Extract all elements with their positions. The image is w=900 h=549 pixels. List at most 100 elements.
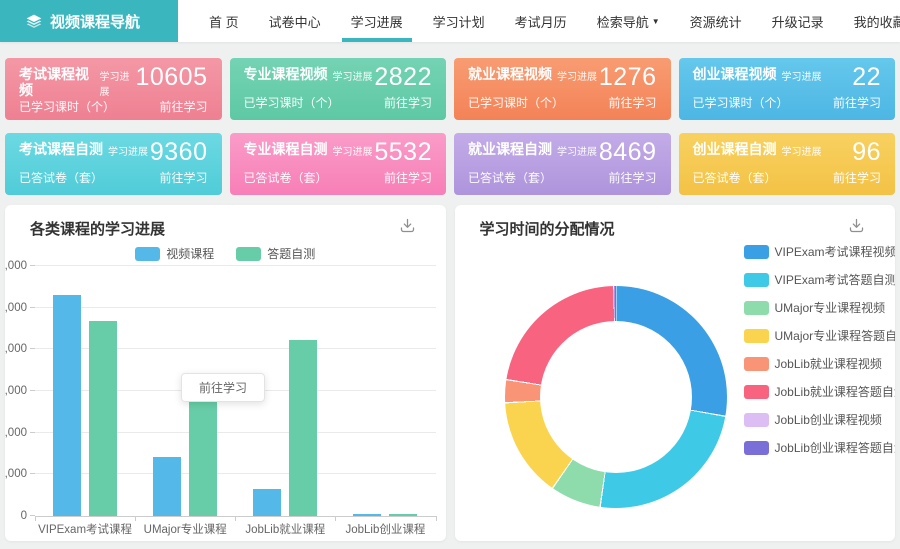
legend-item-JobLib创业课程视频[interactable]: JobLib创业课程视频 <box>744 411 896 428</box>
stat-card-sublabel: 已答试卷（套） <box>244 169 328 186</box>
legend-label: UMajor专业课程答题自测 <box>775 327 896 344</box>
go-study-link[interactable]: 前往学习 <box>833 94 881 111</box>
legend-item-视频课程[interactable]: 视频课程 <box>135 245 214 262</box>
stat-card-sublabel: 已学习课时（个） <box>244 94 340 111</box>
stat-card-sublabel: 已学习课时（个） <box>19 98 115 115</box>
bar-chart-x-labels: VIPExam考试课程UMajor专业课程JobLib就业课程JobLib创业课… <box>35 521 436 537</box>
x-axis-label: JobLib创业课程 <box>335 521 435 537</box>
stat-card-考试课程视频[interactable]: 考试课程视频 学习进展 10605 已学习课时（个） 前往学习 <box>5 58 222 120</box>
chart-tooltip-go-study[interactable]: 前往学习 <box>181 373 265 402</box>
legend-item-JobLib就业课程答题自测[interactable]: JobLib就业课程答题自测 <box>744 383 896 400</box>
stat-card-header: 创业课程自测 学习进展 96 <box>693 141 882 164</box>
go-study-link[interactable]: 前往学习 <box>833 169 881 186</box>
nav-item-label: 我的收藏 <box>854 12 900 31</box>
bar-答题自测-VIPExam考试课程[interactable] <box>89 321 117 516</box>
stat-card-tag: 学习进展 <box>333 68 373 83</box>
go-study-link[interactable]: 前往学习 <box>608 94 656 111</box>
pie-chart-card: 学习时间的分配情况 VIPExam考试课程视频 VIPExam考试答题自测 UM… <box>455 205 896 541</box>
nav-item-学习计划[interactable]: 学习计划 ▼ <box>418 0 500 42</box>
brand-logo[interactable]: 视频课程导航 <box>0 0 178 42</box>
download-icon[interactable] <box>399 217 416 234</box>
bar-视频课程-JobLib就业课程[interactable] <box>253 489 281 516</box>
legend-item-VIPExam考试答题自测[interactable]: VIPExam考试答题自测 <box>744 271 896 288</box>
legend-item-VIPExam考试课程视频[interactable]: VIPExam考试课程视频 <box>744 243 896 260</box>
nav-item-label: 学习计划 <box>433 12 485 31</box>
y-tick-label: 0 <box>21 510 27 522</box>
legend-item-JobLib创业课程答题自测[interactable]: JobLib创业课程答题自测 <box>744 439 896 456</box>
bar-视频课程-UMajor专业课程[interactable] <box>153 457 181 516</box>
stat-card-footer: 已答试卷（套） 前往学习 <box>693 169 882 186</box>
stat-card-header: 创业课程视频 学习进展 22 <box>693 66 882 89</box>
bar-答题自测-UMajor专业课程[interactable] <box>189 401 217 516</box>
legend-item-UMajor专业课程答题自测[interactable]: UMajor专业课程答题自测 <box>744 327 896 344</box>
nav-item-首 页[interactable]: 首 页 ▼ <box>194 0 254 42</box>
nav-item-升级记录[interactable]: 升级记录 ▼ <box>757 0 839 42</box>
nav-item-label: 首 页 <box>209 12 239 31</box>
stat-card-header: 专业课程自测 学习进展 5532 <box>244 141 433 164</box>
stat-card-专业课程自测[interactable]: 专业课程自测 学习进展 5532 已答试卷（套） 前往学习 <box>230 133 447 195</box>
y-tick-label: 6,000 <box>5 385 27 397</box>
stat-card-sublabel: 已答试卷（套） <box>693 169 777 186</box>
main-content: 考试课程视频 学习进展 10605 已学习课时（个） 前往学习 专业课程视频 学… <box>0 58 900 541</box>
stat-card-tag: 学习进展 <box>100 68 136 98</box>
bar-chart-title: 各类课程的学习进展 <box>30 218 165 239</box>
bar-视频课程-VIPExam考试课程[interactable] <box>53 295 81 516</box>
nav-item-试卷中心[interactable]: 试卷中心 ▼ <box>254 0 336 42</box>
stat-card-value: 9360 <box>150 141 208 164</box>
legend-label: UMajor专业课程视频 <box>775 299 886 316</box>
nav-item-检索导航[interactable]: 检索导航 ▼ <box>582 0 675 42</box>
stat-card-footer: 已学习课时（个） 前往学习 <box>19 98 208 115</box>
legend-item-JobLib就业课程视频[interactable]: JobLib就业课程视频 <box>744 355 896 372</box>
stat-card-就业课程自测[interactable]: 就业课程自测 学习进展 8469 已答试卷（套） 前往学习 <box>454 133 671 195</box>
stat-card-就业课程视频[interactable]: 就业课程视频 学习进展 1276 已学习课时（个） 前往学习 <box>454 58 671 120</box>
bar-答题自测-JobLib就业课程[interactable] <box>289 340 317 516</box>
top-nav-bar: 视频课程导航 首 页 ▼ 试卷中心 ▼ 学习进展 ▼ 学习计划 ▼ 考试月历 ▼… <box>0 0 900 42</box>
nav-item-label: 升级记录 <box>772 12 824 31</box>
donut-hole <box>540 321 692 473</box>
nav-item-label: 考试月历 <box>515 12 567 31</box>
nav-item-label: 学习进展 <box>351 12 403 31</box>
nav-item-考试月历[interactable]: 考试月历 ▼ <box>500 0 582 42</box>
go-study-link[interactable]: 前往学习 <box>159 169 207 186</box>
stat-card-sublabel: 已学习课时（个） <box>468 94 564 111</box>
stat-card-value: 10605 <box>135 66 207 89</box>
go-study-link[interactable]: 前往学习 <box>384 169 432 186</box>
stat-card-创业课程自测[interactable]: 创业课程自测 学习进展 96 已答试卷（套） 前往学习 <box>679 133 896 195</box>
legend-swatch <box>744 441 769 455</box>
legend-item-答题自测[interactable]: 答题自测 <box>236 245 315 262</box>
stat-card-header: 就业课程自测 学习进展 8469 <box>468 141 657 164</box>
donut-chart[interactable] <box>505 286 727 508</box>
legend-label: 视频课程 <box>166 245 214 262</box>
nav-item-资源统计[interactable]: 资源统计 ▼ <box>675 0 757 42</box>
bar-答题自测-JobLib创业课程[interactable] <box>389 514 417 516</box>
legend-swatch <box>236 247 261 261</box>
bar-group-JobLib创业课程 <box>335 267 435 516</box>
nav-item-学习进展[interactable]: 学习进展 ▼ <box>336 0 418 42</box>
nav-item-我的收藏[interactable]: 我的收藏 ▼ <box>839 0 900 42</box>
legend-label: 答题自测 <box>267 245 315 262</box>
y-tick-label: 2,000 <box>5 468 27 480</box>
legend-swatch <box>744 245 769 259</box>
stat-card-创业课程视频[interactable]: 创业课程视频 学习进展 22 已学习课时（个） 前往学习 <box>679 58 896 120</box>
go-study-link[interactable]: 前往学习 <box>384 94 432 111</box>
nav-item-label: 试卷中心 <box>269 12 321 31</box>
chevron-down-icon: ▼ <box>652 17 660 26</box>
stat-card-专业课程视频[interactable]: 专业课程视频 学习进展 2822 已学习课时（个） 前往学习 <box>230 58 447 120</box>
dashboard-page: 视频课程导航 首 页 ▼ 试卷中心 ▼ 学习进展 ▼ 学习计划 ▼ 考试月历 ▼… <box>0 0 900 541</box>
bar-视频课程-JobLib创业课程[interactable] <box>353 514 381 516</box>
y-tick-mark <box>30 265 35 266</box>
download-icon[interactable] <box>848 217 865 234</box>
legend-swatch <box>744 273 769 287</box>
legend-label: JobLib就业课程答题自测 <box>775 383 896 400</box>
legend-item-UMajor专业课程视频[interactable]: UMajor专业课程视频 <box>744 299 896 316</box>
stat-card-tag: 学习进展 <box>782 143 822 158</box>
stat-card-value: 1276 <box>599 66 657 89</box>
y-tick-label: 8,000 <box>5 343 27 355</box>
stat-card-tag: 学习进展 <box>557 143 597 158</box>
stat-card-header: 考试课程自测 学习进展 9360 <box>19 141 208 164</box>
go-study-link[interactable]: 前往学习 <box>159 98 207 115</box>
y-tick-label: 4,000 <box>5 427 27 439</box>
stat-card-footer: 已答试卷（套） 前往学习 <box>244 169 433 186</box>
stat-card-考试课程自测[interactable]: 考试课程自测 学习进展 9360 已答试卷（套） 前往学习 <box>5 133 222 195</box>
go-study-link[interactable]: 前往学习 <box>608 169 656 186</box>
